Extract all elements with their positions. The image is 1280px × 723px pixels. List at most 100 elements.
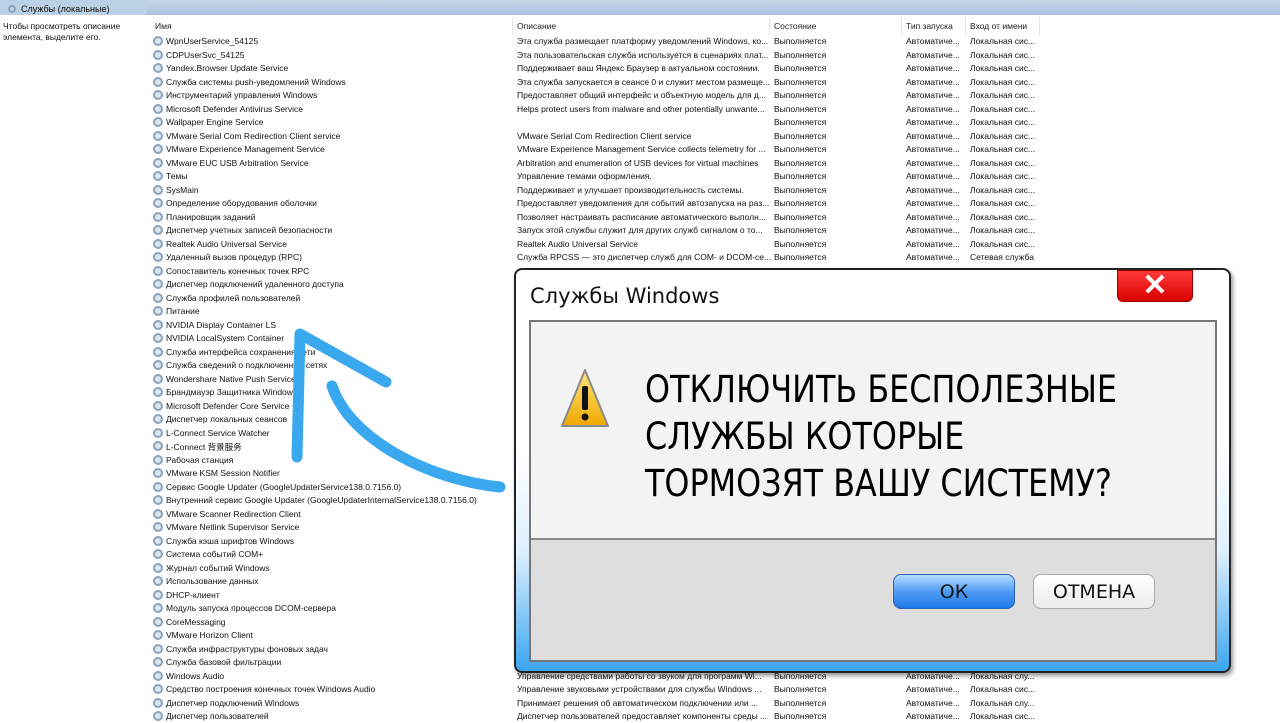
- service-description: VMware Serial Com Redirection Client ser…: [517, 130, 692, 141]
- service-logon: Локальная сис...: [970, 130, 1036, 141]
- service-name: Microsoft Defender Antivirus Service: [166, 103, 303, 114]
- service-startup-type: Автоматиче...: [906, 157, 960, 168]
- service-startup-type: Автоматиче...: [906, 238, 960, 249]
- service-name: Служба базовой фильтрации: [166, 657, 282, 667]
- service-state: Выполняется: [774, 171, 827, 181]
- service-gear-icon: [153, 211, 163, 222]
- service-name: Диспетчер подключений Windows: [166, 697, 300, 708]
- service-gear-icon: [153, 387, 163, 397]
- service-name: CoreMessaging: [166, 616, 226, 627]
- service-gear-icon: [153, 495, 163, 505]
- service-name: Модуль запуска процессов DCOM-сервера: [166, 603, 336, 613]
- service-name: Служба системы push-уведомлений Windows: [166, 76, 346, 87]
- service-state: Выполняется: [774, 130, 827, 141]
- service-gear-icon: [153, 697, 163, 708]
- service-startup-type: Автоматиче...: [906, 252, 960, 262]
- service-logon: Сетевая служба: [970, 252, 1034, 262]
- service-state: Выполняется: [774, 252, 827, 262]
- warning-icon: [561, 369, 609, 427]
- service-description: Предоставляет уведомления для событий ав…: [517, 198, 770, 208]
- service-logon: Локальная сис...: [970, 198, 1036, 208]
- close-button[interactable]: ✕: [1117, 270, 1193, 302]
- service-name: Планировщик заданий: [166, 211, 256, 222]
- service-description: Эта пользовательская служба используется…: [517, 49, 769, 60]
- service-description: Запуск этой службы служит для других слу…: [517, 225, 763, 235]
- service-name: Удаленный вызов процедур (RPC): [166, 252, 302, 262]
- service-name: NVIDIA Display Container LS: [166, 319, 277, 330]
- service-description: Управление темами оформления.: [517, 171, 652, 181]
- service-gear-icon: [153, 117, 163, 127]
- service-state: Выполняется: [774, 36, 827, 46]
- dialog-title: Службы Windows: [530, 284, 720, 308]
- service-startup-type: Автоматиче...: [906, 144, 960, 154]
- service-logon: Локальная сис...: [970, 144, 1036, 154]
- service-logon: Локальная сис...: [970, 225, 1036, 235]
- service-gear-icon: [153, 549, 163, 559]
- service-logon: Локальная сис...: [970, 49, 1036, 60]
- column-header-description[interactable]: Описание: [513, 17, 770, 35]
- service-state: Выполняется: [774, 90, 827, 100]
- service-state: Выполняется: [774, 157, 827, 168]
- ok-button[interactable]: ОК: [893, 574, 1015, 609]
- service-description: Helps protect users from malware and oth…: [517, 103, 765, 114]
- service-logon: Локальная сис...: [970, 36, 1036, 46]
- service-state: Выполняется: [774, 117, 827, 127]
- service-gear-icon: [153, 279, 163, 289]
- service-startup-type: Автоматиче...: [906, 184, 960, 195]
- service-gear-icon: [153, 49, 163, 60]
- service-name: NVIDIA LocalSystem Container: [166, 333, 285, 343]
- confirm-dialog: Службы Windows ✕ ОТКЛЮЧИТЬ БЕСПОЛЕЗНЫЕ С…: [514, 268, 1231, 673]
- service-gear-icon: [153, 144, 163, 154]
- service-description: Служба RPCSS — это диспетчер служб для C…: [517, 252, 772, 262]
- service-state: Выполняется: [774, 144, 827, 154]
- services-icon: [8, 4, 16, 13]
- service-gear-icon: [153, 265, 163, 276]
- window-tab[interactable]: Службы (локальные): [0, 0, 148, 15]
- service-gear-icon: [153, 90, 163, 100]
- title-bar: [0, 0, 1280, 15]
- column-header-name[interactable]: Имя: [150, 17, 513, 35]
- column-header-startup-type[interactable]: Тип запуска: [902, 17, 966, 35]
- service-name: Определение оборудования оболочки: [166, 198, 317, 208]
- service-name: VMware Experience Management Service: [166, 144, 325, 154]
- service-logon: Локальная сис...: [970, 211, 1036, 222]
- column-header-logon[interactable]: Вход от имени: [966, 17, 1040, 35]
- column-header-state[interactable]: Состояние: [770, 17, 902, 35]
- service-gear-icon: [153, 238, 163, 249]
- service-description: VMware Experience Management Service col…: [517, 144, 766, 154]
- service-description: Realtek Audio Universal Service: [517, 238, 638, 249]
- service-name: VMware Horizon Client: [166, 630, 253, 640]
- service-gear-icon: [153, 103, 163, 114]
- service-startup-type: Автоматиче...: [906, 103, 960, 114]
- service-name: Служба интерфейса сохранения сети: [166, 346, 316, 357]
- service-name: Yandex.Browser Update Service: [166, 63, 289, 73]
- service-gear-icon: [153, 333, 163, 343]
- service-gear-icon: [153, 63, 163, 73]
- service-gear-icon: [153, 360, 163, 370]
- service-name: Питание: [166, 306, 200, 316]
- service-startup-type: Автоматиче...: [906, 684, 960, 694]
- service-startup-type: Автоматиче...: [906, 225, 960, 235]
- service-gear-icon: [153, 603, 163, 613]
- service-state: Выполняется: [774, 697, 827, 708]
- service-name: Система событий COM+: [166, 549, 264, 559]
- message-line: ОТКЛЮЧИТЬ БЕСПОЛЕЗНЫЕ: [645, 368, 1118, 411]
- service-logon: Локальная сис...: [970, 184, 1036, 195]
- service-name: Microsoft Defender Core Service: [166, 400, 290, 411]
- service-name: VMware Serial Com Redirection Client ser…: [166, 130, 341, 141]
- service-gear-icon: [153, 130, 163, 141]
- service-startup-type: Автоматиче...: [906, 211, 960, 222]
- service-name: VMware KSM Session Notifier: [166, 468, 280, 478]
- service-description: Эта служба запускается в сеансе 0 и служ…: [517, 76, 770, 87]
- service-gear-icon: [153, 657, 163, 667]
- service-startup-type: Автоматиче...: [906, 90, 960, 100]
- service-name: Служба инфраструктуры фоновых задач: [166, 643, 328, 654]
- service-name: CDPUserSvc_54125: [166, 49, 245, 60]
- cancel-button[interactable]: ОТМЕНА: [1033, 574, 1155, 609]
- service-gear-icon: [153, 198, 163, 208]
- service-gear-icon: [153, 400, 163, 411]
- service-gear-icon: [153, 670, 163, 681]
- dialog-message: ОТКЛЮЧИТЬ БЕСПОЛЕЗНЫЕ СЛУЖБЫ КОТОРЫЕ ТОР…: [645, 366, 1117, 507]
- service-gear-icon: [153, 76, 163, 87]
- service-name: Сопоставитель конечных точек RPC: [166, 265, 310, 276]
